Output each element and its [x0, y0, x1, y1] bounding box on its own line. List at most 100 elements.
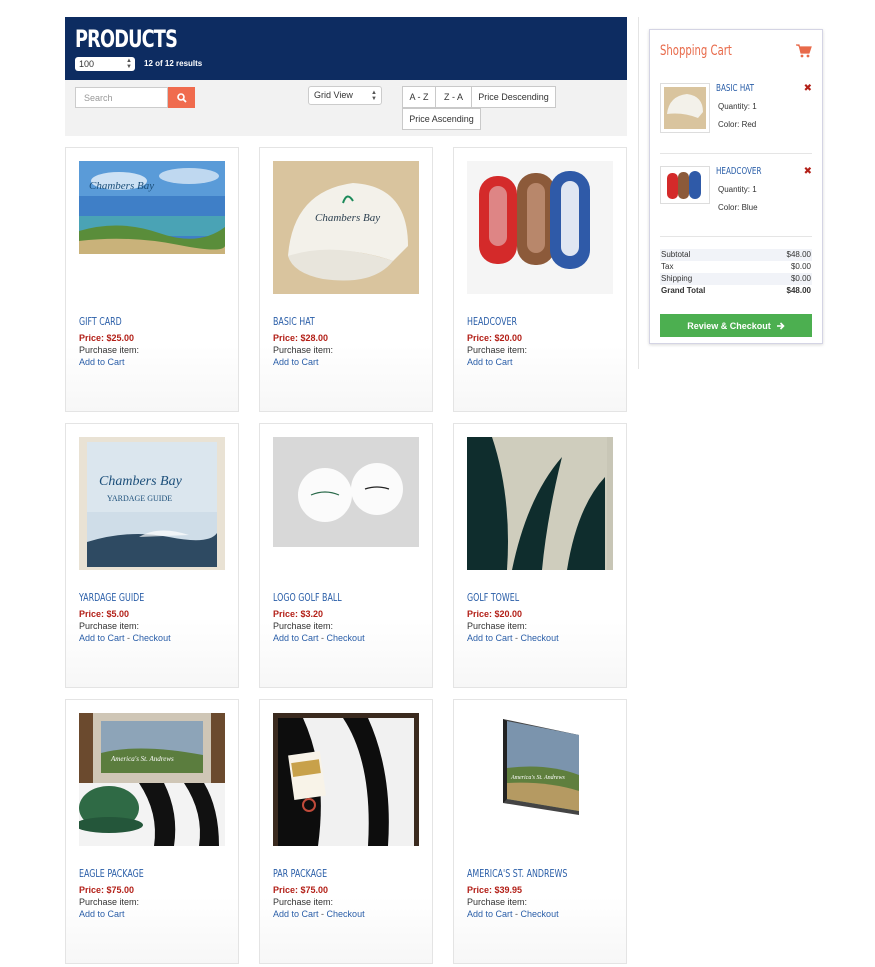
- grand-total-value: $48.00: [786, 286, 811, 295]
- product-name[interactable]: AMERICA'S ST. ANDREWS: [467, 867, 567, 880]
- add-to-cart-link[interactable]: Add to Cart: [273, 909, 319, 919]
- grand-total-row: Grand Total $48.00: [660, 285, 812, 297]
- add-to-cart-link[interactable]: Add to Cart: [467, 357, 513, 367]
- product-name[interactable]: BASIC HAT: [273, 315, 315, 328]
- cart-item-name[interactable]: HEADCOVER: [716, 166, 761, 177]
- sort-price-ascending-button[interactable]: Price Ascending: [402, 108, 481, 130]
- sort-price-descending-button[interactable]: Price Descending: [471, 86, 556, 108]
- purchase-label: Purchase item:: [467, 345, 528, 355]
- filter-toolbar: Search Grid View ▲ ▼ A - Z Z - A Price De…: [65, 80, 627, 136]
- cart-title: Shopping Cart: [660, 43, 732, 59]
- add-to-cart-link[interactable]: Add to Cart: [79, 909, 125, 919]
- product-price: Price: $28.00: [273, 333, 329, 343]
- remove-icon[interactable]: ✖: [804, 83, 812, 94]
- product-price: Price: $39.95: [467, 885, 523, 895]
- products-header: PRODUCTS 100 ▲ ▼ 12 of 12 results: [65, 17, 627, 80]
- product-card-logo-golf-ball: LOGO GOLF BALL Price: $3.20 Purchase ite…: [259, 423, 433, 688]
- review-checkout-button[interactable]: Review & Checkout: [660, 314, 812, 337]
- search-icon: [176, 92, 187, 103]
- add-to-cart-link[interactable]: Add to Cart: [273, 633, 319, 643]
- product-price: Price: $75.00: [79, 885, 135, 895]
- add-to-cart-link[interactable]: Add to Cart: [79, 357, 125, 367]
- product-card-eagle-package: America's St. Andrews EAGLE PACKAGE Pric…: [65, 699, 239, 964]
- select-arrows-icon: ▲ ▼: [126, 58, 132, 70]
- product-image-par-package[interactable]: [273, 713, 419, 846]
- search-button[interactable]: [168, 87, 195, 108]
- product-actions: Add to Cart - Checkout: [273, 909, 365, 919]
- product-price: Price: $3.20: [273, 609, 324, 619]
- cart-divider: [660, 236, 812, 237]
- add-to-cart-link[interactable]: Add to Cart: [467, 909, 513, 919]
- guide-title-text: YARDAGE GUIDE: [107, 494, 172, 503]
- sort-z-a-button[interactable]: Z - A: [435, 86, 472, 108]
- add-to-cart-link[interactable]: Add to Cart: [273, 357, 319, 367]
- product-card-americas-st-andrews: America's St. Andrews AMERICA'S ST. ANDR…: [453, 699, 627, 964]
- tax-row: Tax $0.00: [660, 261, 812, 273]
- search-input[interactable]: Search: [75, 87, 168, 108]
- product-price: Price: $5.00: [79, 609, 130, 619]
- product-image-golf-towel[interactable]: [467, 437, 613, 570]
- product-image-yardage-guide[interactable]: Chambers Bay YARDAGE GUIDE: [79, 437, 225, 570]
- shipping-value: $0.00: [790, 274, 811, 283]
- product-name[interactable]: GIFT CARD: [79, 315, 122, 328]
- product-card-golf-towel: GOLF TOWEL Price: $20.00 Purchase item: …: [453, 423, 627, 688]
- cart-icon[interactable]: [796, 44, 812, 58]
- product-name[interactable]: LOGO GOLF BALL: [273, 591, 342, 604]
- add-to-cart-link[interactable]: Add to Cart: [79, 633, 125, 643]
- product-actions: Add to Cart: [467, 357, 513, 367]
- cart-item-color: Color: Blue: [718, 203, 758, 212]
- product-image-eagle-package[interactable]: America's St. Andrews: [79, 713, 225, 846]
- product-name[interactable]: EAGLE PACKAGE: [79, 867, 144, 880]
- review-checkout-label: Review & Checkout: [687, 320, 771, 331]
- add-to-cart-link[interactable]: Add to Cart: [467, 633, 513, 643]
- arrow-right-icon: [776, 321, 785, 330]
- cart-item: HEADCOVER Quantity: 1 Color: Blue ✖: [660, 166, 812, 212]
- product-name[interactable]: GOLF TOWEL: [467, 591, 519, 604]
- cart-item-thumbnail[interactable]: [660, 83, 710, 133]
- cart-item-thumbnail[interactable]: [660, 166, 710, 204]
- remove-icon[interactable]: ✖: [804, 166, 812, 177]
- view-select-value: Grid View: [314, 90, 353, 100]
- product-image-basic-hat[interactable]: Chambers Bay: [273, 161, 419, 294]
- checkout-link[interactable]: Checkout: [521, 633, 559, 643]
- product-actions: Add to Cart - Checkout: [273, 633, 365, 643]
- product-actions: Add to Cart - Checkout: [467, 909, 559, 919]
- results-count: 12 of 12 results: [144, 59, 203, 68]
- tax-value: $0.00: [790, 262, 811, 271]
- subtotal-label: Subtotal: [661, 250, 691, 259]
- checkout-link[interactable]: Checkout: [327, 633, 365, 643]
- cart-item-name[interactable]: BASIC HAT: [716, 83, 754, 94]
- hat-brand-text: Chambers Bay: [315, 212, 380, 224]
- product-actions: Add to Cart - Checkout: [79, 633, 171, 643]
- shipping-label: Shipping: [661, 274, 693, 283]
- product-actions: Add to Cart - Checkout: [467, 633, 559, 643]
- per-page-select[interactable]: 100 ▲ ▼: [75, 57, 135, 71]
- product-name[interactable]: PAR PACKAGE: [273, 867, 327, 880]
- product-name[interactable]: YARDAGE GUIDE: [79, 591, 144, 604]
- view-select[interactable]: Grid View ▲ ▼: [308, 86, 382, 105]
- product-actions: Add to Cart: [79, 357, 125, 367]
- product-card-headcover: HEADCOVER Price: $20.00 Purchase item: A…: [453, 147, 627, 412]
- purchase-label: Purchase item:: [467, 897, 528, 907]
- sort-a-z-button[interactable]: A - Z: [402, 86, 436, 108]
- column-divider: [638, 17, 639, 369]
- product-name[interactable]: HEADCOVER: [467, 315, 517, 328]
- product-actions: Add to Cart: [79, 909, 125, 919]
- cart-totals: Subtotal $48.00 Tax $0.00 Shipping $0.00…: [660, 249, 812, 297]
- cart-item: BASIC HAT Quantity: 1 Color: Red ✖: [660, 83, 812, 135]
- purchase-label: Purchase item:: [79, 345, 140, 355]
- checkout-link[interactable]: Checkout: [133, 633, 171, 643]
- product-price: Price: $25.00: [79, 333, 135, 343]
- purchase-label: Purchase item:: [273, 897, 334, 907]
- product-image-americas-st-andrews[interactable]: America's St. Andrews: [467, 713, 613, 846]
- product-image-headcover[interactable]: [467, 161, 613, 294]
- checkout-link[interactable]: Checkout: [327, 909, 365, 919]
- subtotal-row: Subtotal $48.00: [660, 249, 812, 261]
- product-card-basic-hat: Chambers Bay BASIC HAT Price: $28.00 Pur…: [259, 147, 433, 412]
- page-title: PRODUCTS: [75, 25, 178, 53]
- checkout-link[interactable]: Checkout: [521, 909, 559, 919]
- product-image-logo-golf-ball[interactable]: [273, 437, 419, 570]
- shopping-cart-panel: Shopping Cart BASIC HAT Quantity: 1 Colo…: [649, 29, 823, 344]
- product-image-gift-card[interactable]: Chambers Bay: [79, 161, 225, 294]
- gift-card-brand-text: Chambers Bay: [89, 180, 154, 192]
